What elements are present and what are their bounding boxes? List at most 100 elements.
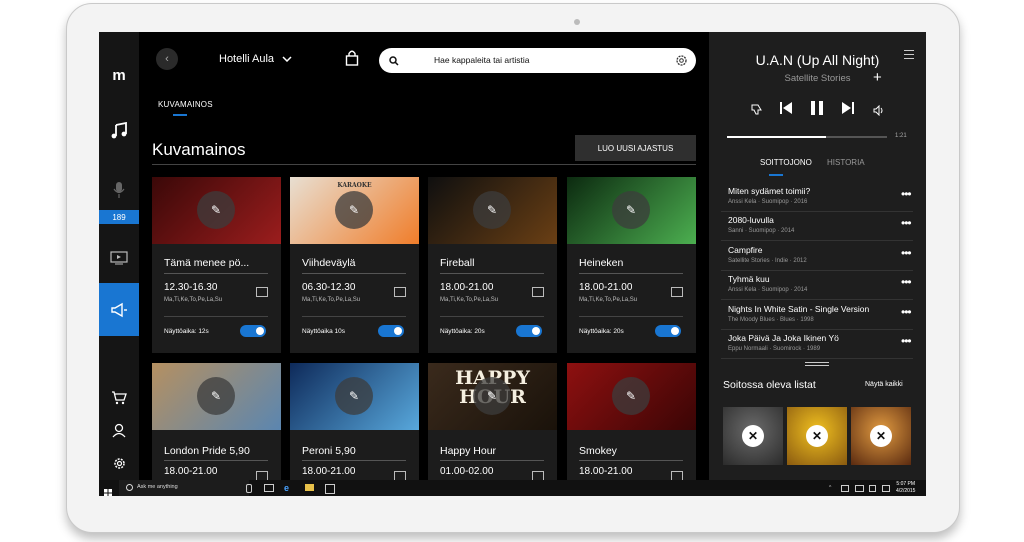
- screen-icon[interactable]: [99, 246, 139, 270]
- tab-historia[interactable]: HISTORIA: [827, 158, 865, 167]
- thumbs-down-icon[interactable]: [751, 102, 762, 120]
- cart-icon[interactable]: [99, 388, 139, 408]
- ad-card[interactable]: ✎ London Pride 5,90 18.00-21.00: [152, 363, 281, 481]
- create-schedule-button[interactable]: LUO UUSI AJASTUS: [575, 135, 696, 161]
- queue-item[interactable]: Tyhmä kuu Anssi Kela · Suomipop · 2014 •••: [721, 270, 913, 301]
- battery-icon[interactable]: [855, 485, 864, 492]
- lock-icon[interactable]: [345, 49, 359, 71]
- edit-button[interactable]: ✎: [473, 377, 511, 415]
- edit-button[interactable]: ✎: [197, 377, 235, 415]
- edit-button[interactable]: ✎: [612, 377, 650, 415]
- ad-card[interactable]: ✎ Fireball 18.00-21.00 Ma,Ti,Ke,To,Pe,La,Su…: [428, 177, 557, 353]
- remove-playlist-icon[interactable]: ✕: [806, 425, 828, 447]
- edit-button[interactable]: ✎: [473, 191, 511, 229]
- playlist-tile[interactable]: ✕: [851, 407, 911, 465]
- microphone-icon[interactable]: [99, 178, 139, 202]
- card-divider: [164, 316, 268, 317]
- remove-playlist-icon[interactable]: ✕: [870, 425, 892, 447]
- drag-handle-icon[interactable]: [805, 362, 829, 368]
- tray-chevron-icon[interactable]: ^: [829, 485, 831, 491]
- pencil-icon: ✎: [625, 203, 637, 217]
- volume-icon[interactable]: [873, 103, 885, 121]
- more-options-icon[interactable]: •••: [901, 275, 912, 289]
- megaphone-icon[interactable]: [99, 283, 139, 336]
- ad-card-image: ✎: [567, 177, 696, 244]
- store-icon[interactable]: [325, 484, 335, 494]
- add-icon[interactable]: +: [873, 69, 882, 86]
- ad-card-days: Ma,Ti,Ke,To,Pe,La,Su: [579, 297, 638, 303]
- ad-card[interactable]: ✎ Heineken 18.00-21.00 Ma,Ti,Ke,To,Pe,La,Su…: [567, 177, 696, 353]
- active-toggle[interactable]: [378, 325, 404, 337]
- track-meta: Sanni · Suomipop · 2014: [728, 228, 795, 235]
- queue-item[interactable]: Campfire Satellite Stories · Indie · 2012…: [721, 241, 913, 271]
- pause-icon[interactable]: [809, 100, 825, 121]
- task-view-icon[interactable]: [264, 484, 274, 492]
- volume-tray-icon[interactable]: [869, 485, 876, 492]
- pencil-icon: ✎: [486, 389, 498, 403]
- active-toggle[interactable]: [655, 325, 681, 337]
- venue-selector[interactable]: Hotelli Aula: [219, 53, 292, 65]
- ad-card-time: 12.30-16.30: [164, 282, 218, 293]
- ad-card[interactable]: ✎ Tämä menee pö... 12.30-16.30 Ma,Ti,Ke,To,…: [152, 177, 281, 353]
- next-track-icon[interactable]: [841, 101, 855, 120]
- user-icon[interactable]: [99, 420, 139, 440]
- playback-time: 1:21: [895, 133, 907, 139]
- settings-gear-icon[interactable]: [99, 453, 139, 473]
- taskbar-search[interactable]: Ask me anything: [119, 480, 249, 496]
- ad-card-title: Smokey: [579, 445, 617, 457]
- taskbar-clock[interactable]: 5:07 PM 4/2/2015: [896, 481, 915, 495]
- tab-kuvamainos[interactable]: KUVAMAINOS: [158, 100, 213, 109]
- more-options-icon[interactable]: •••: [901, 334, 912, 348]
- playlist-tile[interactable]: ✕: [723, 407, 783, 465]
- app-screen: m 189 ‹ Hotelli Aula Hae kappaleita tai …: [99, 32, 926, 496]
- microphone-icon[interactable]: [246, 484, 252, 493]
- card-divider: [302, 316, 406, 317]
- windows-start-icon[interactable]: [104, 484, 112, 496]
- playlist-tile[interactable]: ✕: [787, 407, 847, 465]
- ad-card-days: Ma,Ti,Ke,To,Pe,La,Su: [302, 297, 361, 303]
- active-toggle[interactable]: [240, 325, 266, 337]
- ad-card-title: London Pride 5,90: [164, 445, 250, 457]
- edit-button[interactable]: ✎: [612, 191, 650, 229]
- music-note-icon[interactable]: [99, 118, 139, 144]
- more-options-icon[interactable]: •••: [901, 216, 912, 230]
- progress-bar[interactable]: [727, 136, 887, 138]
- tab-soittojono[interactable]: SOITTOJONO: [760, 158, 812, 167]
- ad-card[interactable]: ✎ Peroni 5,90 18.00-21.00: [290, 363, 419, 481]
- more-options-icon[interactable]: •••: [901, 305, 912, 319]
- card-divider: [579, 316, 683, 317]
- ad-card[interactable]: ✎ Smokey 18.00-21.00: [567, 363, 696, 481]
- notifications-icon[interactable]: [882, 485, 890, 492]
- edit-button[interactable]: ✎: [335, 191, 373, 229]
- app-logo[interactable]: m: [99, 62, 139, 88]
- more-options-icon[interactable]: •••: [901, 187, 912, 201]
- queue-item[interactable]: Nights In White Satin - Single Version Th…: [721, 300, 913, 330]
- main-content: ‹ Hotelli Aula Hae kappaleita tai artist…: [139, 32, 709, 481]
- track-title: 2080-luvulla: [728, 215, 774, 226]
- queue-item[interactable]: 2080-luvulla Sanni · Suomipop · 2014 •••: [721, 211, 913, 242]
- search-bar[interactable]: Hae kappaleita tai artistia: [379, 48, 696, 73]
- taskbar: Ask me anything e ^ 5:07 PM 4/2/2015: [99, 480, 926, 496]
- remove-playlist-icon[interactable]: ✕: [742, 425, 764, 447]
- previous-track-icon[interactable]: [779, 101, 793, 120]
- network-icon[interactable]: [841, 485, 849, 492]
- ad-card-title: Fireball: [440, 257, 475, 269]
- more-options-icon[interactable]: •••: [901, 246, 912, 260]
- edit-button[interactable]: ✎: [197, 191, 235, 229]
- file-explorer-icon[interactable]: [305, 484, 314, 491]
- ad-card-image: ✎: [152, 363, 281, 430]
- ad-card[interactable]: KARAOKE ✎ Viihdeväylä 06.30-12.30 Ma,Ti,Ke,T…: [290, 177, 419, 353]
- ad-card[interactable]: HAPPY HOUR✎ Happy Hour 01.00-02.00: [428, 363, 557, 481]
- page-title: Kuvamainos: [152, 140, 246, 159]
- ad-card-title: Tämä menee pö...: [164, 257, 250, 269]
- chevron-down-icon: [282, 56, 292, 62]
- card-divider: [302, 460, 406, 461]
- edit-button[interactable]: ✎: [335, 377, 373, 415]
- edge-browser-icon[interactable]: e: [284, 483, 289, 493]
- back-button[interactable]: ‹: [156, 48, 178, 70]
- show-all-link[interactable]: Näytä kaikki: [865, 381, 903, 388]
- queue-item[interactable]: Joka Päivä Ja Joka Ikinen Yö Eppu Normaal…: [721, 329, 913, 359]
- settings-icon[interactable]: [675, 54, 688, 67]
- queue-item[interactable]: Miten sydämet toimii? Anssi Kela · Suomip…: [721, 182, 913, 212]
- active-toggle[interactable]: [516, 325, 542, 337]
